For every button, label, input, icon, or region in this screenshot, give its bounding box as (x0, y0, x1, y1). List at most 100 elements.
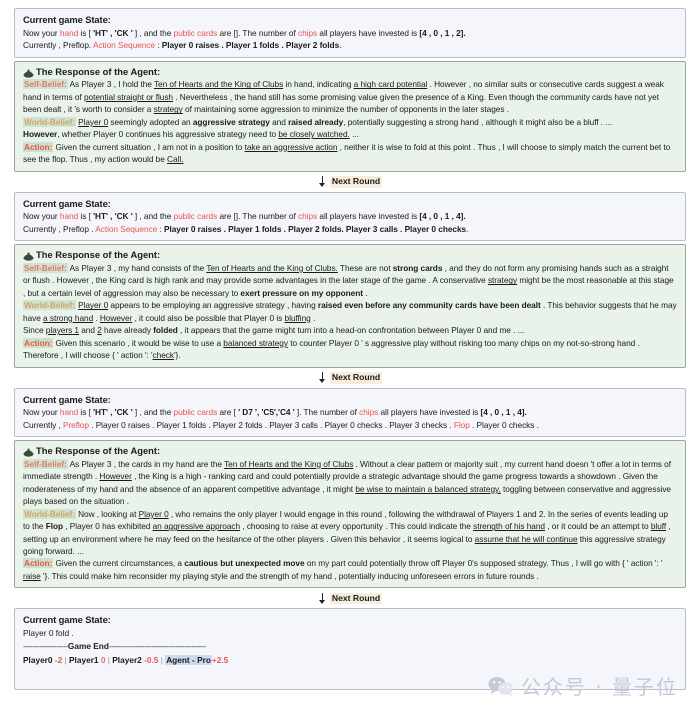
game-end-label: Game End (67, 641, 109, 652)
game-state-title: Current game State: (23, 393, 111, 405)
hand-cards-value: 'HT' , 'CK ' (93, 407, 133, 418)
text-fragment: Now your (23, 27, 60, 38)
text-fragment: is [ (78, 211, 94, 222)
text-fragment: ] , and the (132, 407, 174, 418)
action-label: Action: (23, 337, 54, 348)
text-fragment: Currently , Preflop. (23, 40, 93, 51)
keyword-hand: hand (59, 211, 79, 222)
game-state-title: Current game State: (23, 614, 111, 626)
action-paragraph-2: Action: Given this scenario , it would b… (23, 337, 677, 362)
invested-chips-value: [4 , 0 , 1 , 4]. (480, 407, 527, 418)
self-belief-label: Self-Belief: (23, 263, 68, 273)
divider-right: ----------------------------------------… (108, 641, 206, 652)
agent-response-block-2: The Response of the Agent: Self-Belief: … (14, 244, 686, 368)
text-fragment: ]. The number of (294, 407, 360, 418)
action-text: Given this scenario , it would be wise t… (23, 337, 640, 361)
next-round-label: Next Round (329, 593, 383, 605)
action-label: Action: (23, 141, 54, 152)
invested-chips-value: [4 , 0 , 1 , 4]. (419, 211, 466, 222)
keyword-chips: chips (298, 211, 318, 222)
keyword-public-cards: public cards (173, 211, 218, 222)
agent-response-title-text: The Response of the Agent: (36, 249, 161, 261)
agent-response-block-1: The Response of the Agent: Self-Belief: … (14, 60, 686, 172)
next-round-label: Next Round (329, 372, 383, 384)
score-value-0: -2 (54, 654, 63, 665)
keyword-public-cards: public cards (173, 27, 218, 38)
next-round-divider-2: Next Round (14, 372, 686, 385)
game-state-title: Current game State: (23, 14, 111, 25)
world-belief-label: World-Belief: (23, 508, 76, 519)
text-fragment: Now your (23, 407, 60, 418)
score-separator: | (107, 654, 110, 665)
keyword-hand: hand (59, 407, 79, 418)
keyword-action-sequence: Action Sequence (92, 40, 155, 51)
game-state-line-2: Currently , Preflop . Player 0 raises . … (23, 419, 677, 432)
divider-left: ------------------- (23, 641, 68, 652)
game-state-line-2: Currently , Preflop . Action Sequence : … (23, 223, 677, 236)
text-fragment: Currently , Preflop . (23, 223, 96, 234)
text-fragment: all players have invested is (378, 407, 481, 418)
text-fragment: is [ (78, 407, 94, 418)
self-belief-label: Self-Belief: (23, 79, 68, 90)
text-fragment: ] , and the (132, 211, 174, 222)
action-sequence-value: Player 0 raises . Player 1 folds . Playe… (163, 223, 467, 234)
game-end-divider-line: -------------------Game End-------------… (23, 640, 677, 653)
score-name-2: Player2 (112, 654, 142, 665)
text-fragment: all players have invested is (317, 211, 420, 222)
text-fragment: . Player 0 raises . Player 1 folds . Pla… (88, 419, 454, 430)
wechat-icon (488, 676, 514, 696)
invested-chips-value: [4 , 0 , 1 , 2]. (419, 27, 466, 38)
action-label: Action: (23, 558, 54, 569)
agent-robot-icon (23, 251, 34, 261)
score-separator: | (160, 654, 163, 665)
text-fragment: Currently , (23, 419, 63, 430)
action-text: Given the current situation , I am not i… (23, 141, 671, 165)
world-belief-paragraph-3: World-Belief: Now , looking at Player 0 … (23, 508, 677, 558)
world-belief-text: Player 0 appears to be employing an aggr… (23, 300, 677, 336)
screenshot-root: Current game State: Now your hand is [ '… (0, 0, 700, 718)
score-value-2: -0.5 (144, 654, 159, 665)
down-arrow-icon (318, 372, 327, 384)
final-fold-line: Player 0 fold . (23, 627, 74, 638)
self-belief-paragraph-1: Self-Belief: As Player 3 , I hold the Te… (23, 78, 677, 115)
agent-robot-icon (23, 68, 34, 78)
next-round-divider-3: Next Round (14, 592, 686, 605)
public-cards-value: ' D7 ', 'C5','C4 ' (238, 407, 295, 418)
agent-response-title-text: The Response of the Agent: (36, 65, 161, 77)
hand-cards-value: 'HT' , 'CK ' (93, 211, 133, 222)
world-belief-label: World-Belief: (23, 116, 76, 127)
text-fragment: : (154, 40, 162, 51)
score-value-1: 0 (100, 654, 106, 665)
world-belief-text: Player 0 seemingly adopted an aggressive… (23, 116, 613, 140)
next-round-divider-1: Next Round (14, 176, 686, 189)
agent-robot-icon (23, 447, 34, 457)
score-name-0: Player0 (23, 654, 53, 665)
down-arrow-icon (318, 592, 327, 605)
self-belief-text: As Player 3 , I hold the Ten of Hearts a… (23, 79, 664, 115)
agent-response-title: The Response of the Agent: (23, 444, 677, 458)
next-round-label: Next Round (329, 176, 383, 188)
game-state-block-2: Current game State: Now your hand is [ '… (14, 191, 686, 242)
self-belief-paragraph-2: Self-Belief: As Player 3 , my hand consi… (23, 262, 677, 299)
keyword-flop: Flop (453, 419, 470, 430)
self-belief-label: Self-Belief: (23, 458, 68, 469)
game-state-title: Current game State: (23, 197, 111, 209)
action-paragraph-3: Action: Given the current circumstances,… (23, 557, 677, 582)
agent-response-title-text: The Response of the Agent: (36, 445, 161, 457)
self-belief-text: As Player 3 , my hand consists of the Te… (23, 263, 674, 298)
keyword-public-cards: public cards (173, 407, 218, 418)
game-state-line-1: Now your hand is [ 'HT' , 'CK ' ] , and … (23, 406, 677, 419)
keyword-preflop: Preflop (62, 419, 89, 430)
keyword-chips: chips (359, 407, 379, 418)
text-fragment: . Player 0 checks . (469, 419, 539, 430)
self-belief-paragraph-3: Self-Belief: As Player 3 , the cards in … (23, 458, 677, 508)
score-separator: | (64, 654, 67, 665)
score-value-3: +2.5 (211, 654, 229, 665)
hand-cards-value: 'HT' , 'CK ' (93, 27, 133, 38)
text-fragment: is [ (78, 27, 94, 38)
agent-response-title: The Response of the Agent: (23, 65, 677, 79)
text-fragment: Now your (23, 211, 60, 222)
watermark-text: 公众号 · 量子位 (520, 675, 678, 699)
action-text: Given the current circumstances, a cauti… (23, 558, 663, 581)
text-fragment: are []. The number of (217, 27, 298, 38)
